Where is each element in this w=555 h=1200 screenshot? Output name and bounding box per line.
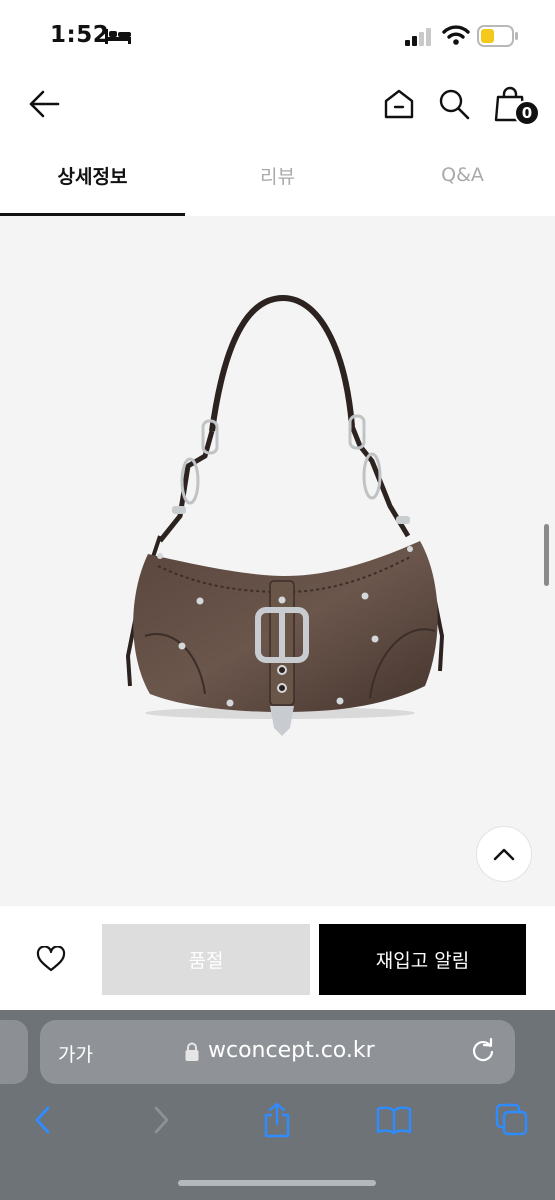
chevron-left-icon [35,1106,50,1134]
arrow-left-icon [29,90,60,118]
chevron-up-icon [493,848,515,861]
cellular-signal-icon [405,28,433,50]
share-icon [264,1102,290,1138]
url-text: wconcept.co.kr [208,1038,375,1063]
heart-icon [36,946,66,972]
sleep-focus-icon [104,27,132,49]
search-icon [439,89,470,120]
wifi-icon [442,24,470,50]
tab-details[interactable]: 상세정보 [0,140,185,216]
scroll-to-top-button[interactable] [476,826,532,882]
home-button[interactable] [379,84,419,124]
tabs-button[interactable] [490,1098,534,1142]
search-button[interactable] [434,84,474,124]
battery-icon [477,25,519,51]
cart-count-badge: 0 [514,100,540,126]
previous-tab-peek[interactable] [0,1020,28,1084]
status-bar: 1:52 [0,0,555,70]
text-size-button[interactable]: 가가 [58,1040,93,1067]
bookmarks-button[interactable] [372,1098,416,1142]
restock-alert-button[interactable]: 재입고 알림 [319,924,526,995]
reload-button[interactable] [470,1037,496,1068]
wishlist-button[interactable] [28,936,74,982]
cart-button[interactable]: 0 [490,82,540,126]
browser-toolbar [0,1098,555,1148]
tab-bar: 상세정보 리뷰 Q&A [0,140,555,216]
soldout-button[interactable]: 품절 [102,924,310,995]
tabs-icon [495,1103,528,1136]
browser-bar: 가가 wconcept.co.kr [0,1010,555,1200]
back-button[interactable] [24,84,64,124]
shoulder-bag-image [125,294,445,736]
book-icon [376,1106,412,1135]
browser-forward-button[interactable] [140,1098,184,1142]
share-button[interactable] [255,1098,299,1142]
product-image[interactable] [0,216,555,906]
home-icon [384,89,414,119]
purchase-action-bar: 품절 재입고 알림 [0,906,555,1010]
app-header: 0 [0,70,555,140]
address-bar[interactable]: 가가 wconcept.co.kr [40,1020,515,1084]
tab-qna[interactable]: Q&A [370,140,555,216]
chevron-right-icon [154,1106,169,1134]
lock-icon [184,1042,200,1066]
tab-reviews[interactable]: 리뷰 [185,140,370,216]
status-time: 1:52 [50,22,110,48]
reload-icon [473,1037,494,1062]
browser-back-button[interactable] [20,1098,64,1142]
home-indicator[interactable] [178,1180,376,1186]
scrollbar[interactable] [544,524,549,586]
